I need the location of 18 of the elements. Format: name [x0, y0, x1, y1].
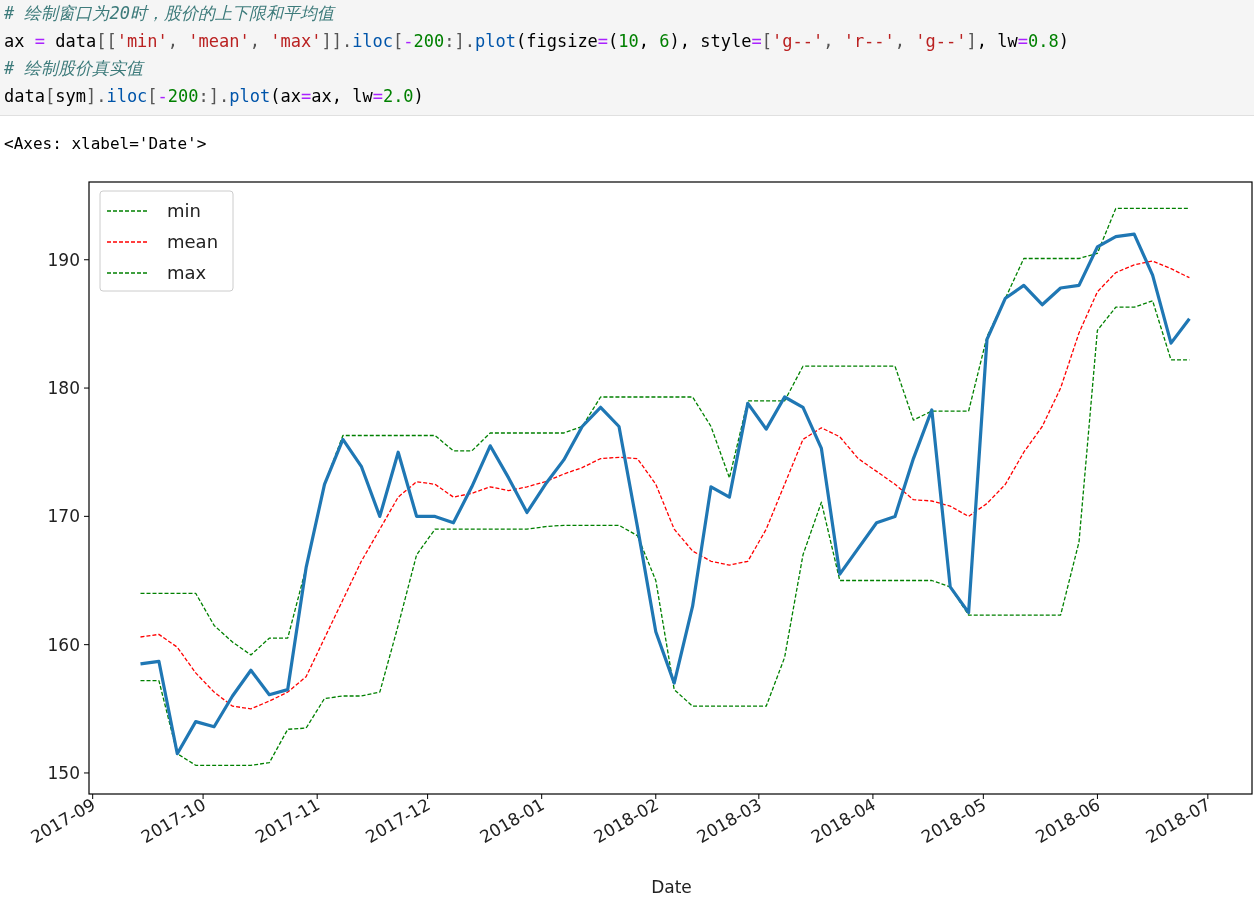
- legend-line-sample: [106, 210, 150, 212]
- code-line: ax = data[['min', 'mean', 'max']].iloc[-200:].plot(figsize=(10, 6), style=['g--', 'r--', 'g--'], lw=0.8): [4, 29, 1070, 53]
- code-cell[interactable]: # 绘制窗口为20时，股价的上下限和平均值 ax = data[['min', 'mean', 'max']].iloc[-200:].plot(figsize=(10, 6), style=['g--', 'r--', 'g--'], lw=0.8) # 绘制股价真实值 data[sym].iloc[-200:].plot(ax=ax, lw=2.0): [0, 0, 1254, 116]
- legend-label: mean: [167, 231, 219, 252]
- y-tick-label: 170: [47, 506, 80, 527]
- code-line: data[sym].iloc[-200:].plot(ax=ax, lw=2.0): [4, 84, 425, 108]
- legend-line-sample: [106, 241, 150, 243]
- x-axis-label: Date: [651, 877, 692, 897]
- y-tick-label: 150: [47, 762, 80, 783]
- code-line: # 绘制股价真实值: [4, 57, 146, 80]
- y-tick-label: 160: [47, 634, 80, 655]
- y-tick-label: 190: [47, 249, 80, 270]
- legend-line-sample: [106, 272, 150, 274]
- y-tick-label: 180: [47, 378, 80, 399]
- output-text: <Axes: xlabel='Date'>: [3, 133, 208, 155]
- legend-label: max: [167, 262, 207, 283]
- legend-label: min: [167, 200, 201, 221]
- code-line: # 绘制窗口为20时，股价的上下限和平均值: [4, 2, 337, 25]
